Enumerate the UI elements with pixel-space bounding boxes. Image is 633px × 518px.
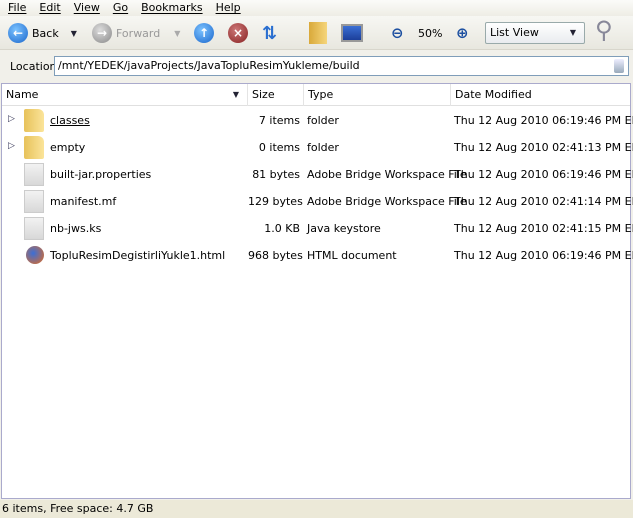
file-type: Java keystore [307,222,381,235]
clear-location-icon[interactable] [614,59,624,73]
home-folder-icon[interactable] [309,22,327,44]
zoom-level[interactable]: 50% [418,21,442,45]
toolbar: ← Back ▼ → Forward ▼ ↑ × ⇅ ⊖ 50% ⊕ List … [0,16,633,50]
file-type: folder [307,114,339,127]
document-icon [24,163,44,186]
file-size: 0 items [258,141,300,154]
file-date: Thu 12 Aug 2010 02:41:15 PM EEST [454,222,633,235]
file-size: 81 bytes [252,168,300,181]
menu-bar: File Edit View Go Bookmarks Help [0,0,633,16]
sort-descending-icon: ▼ [232,90,239,99]
menu-bookmarks[interactable]: Bookmarks [141,0,202,16]
stop-icon[interactable]: × [228,23,248,43]
location-bar: Location: /mnt/YEDEK/javaProjects/JavaTo… [0,51,633,81]
folder-icon [24,109,44,132]
file-type: Adobe Bridge Workspace File [307,168,467,181]
menu-help[interactable]: Help [216,0,241,16]
zoom-in-icon[interactable]: ⊕ [456,21,469,45]
file-name[interactable]: nb-jws.ks [50,222,101,235]
menu-go[interactable]: Go [113,0,128,16]
file-date: Thu 12 Aug 2010 06:19:46 PM EEST [454,114,633,127]
file-date: Thu 12 Aug 2010 06:19:46 PM EEST [454,168,633,181]
file-name[interactable]: built-jar.properties [50,168,151,181]
menu-view[interactable]: View [74,0,100,16]
reload-icon[interactable]: ⇅ [262,21,277,45]
file-name[interactable]: empty [50,141,85,154]
file-name[interactable]: manifest.mf [50,195,116,208]
file-size: 7 items [258,114,300,127]
file-row[interactable]: built-jar.properties 81 bytes Adobe Bridge… [2,161,633,188]
menu-file[interactable]: File [8,0,26,16]
column-type[interactable]: Type [304,84,451,106]
file-name[interactable]: classes [50,114,90,127]
column-name[interactable]: Name ▼ [2,84,248,106]
file-size: 968 bytes [248,249,303,262]
column-size[interactable]: Size [248,84,304,106]
file-type: HTML document [307,249,397,262]
expand-triangle-icon[interactable]: ▷ [8,114,15,124]
file-row[interactable]: ▷ classes 7 items folder Thu 12 Aug 2010 06:… [2,107,633,134]
view-mode-select[interactable]: List View ▼ [485,22,585,44]
file-list[interactable]: Name ▼ Size Type Date Modified ▷ classes 7 … [1,83,633,499]
file-size: 129 bytes [248,195,303,208]
up-icon[interactable]: ↑ [194,23,214,43]
forward-button[interactable]: → Forward ▼ [92,21,180,45]
file-type: folder [307,141,339,154]
zoom-out-icon[interactable]: ⊖ [391,21,404,45]
file-date: Thu 12 Aug 2010 06:19:46 PM EEST [454,249,633,262]
document-icon [24,217,44,240]
forward-arrow-icon: → [92,23,112,43]
document-icon [24,190,44,213]
file-row[interactable]: nb-jws.ks 1.0 KB Java keystore Thu 12 Aug 2… [2,215,633,242]
folder-icon [24,136,44,159]
file-size: 1.0 KB [264,222,300,235]
file-type: Adobe Bridge Workspace File [307,195,467,208]
column-date-modified[interactable]: Date Modified [451,84,631,106]
firefox-icon [26,246,44,264]
back-arrow-icon: ← [8,23,28,43]
file-name[interactable]: TopluResimDegistirliYukle1.html [50,249,225,262]
back-button[interactable]: ← Back ▼ [8,21,77,45]
location-input[interactable]: /mnt/YEDEK/javaProjects/JavaTopluResimYu… [54,56,629,76]
file-row[interactable]: TopluResimDegistirliYukle1.html 968 bytes… [2,242,633,269]
file-date: Thu 12 Aug 2010 02:41:13 PM EEST [454,141,633,154]
forward-history-dropdown-icon[interactable]: ▼ [174,29,180,38]
status-bar: 6 items, Free space: 4.7 GB [0,500,633,518]
chevron-down-icon: ▼ [569,28,576,37]
file-date: Thu 12 Aug 2010 02:41:14 PM EEST [454,195,633,208]
expand-triangle-icon[interactable]: ▷ [8,141,15,151]
column-header: Name ▼ Size Type Date Modified [2,84,630,106]
back-history-dropdown-icon[interactable]: ▼ [71,29,77,38]
menu-edit[interactable]: Edit [39,0,60,16]
location-label: Location: [10,60,61,73]
file-row[interactable]: manifest.mf 129 bytes Adobe Bridge Workspa… [2,188,633,215]
file-row[interactable]: ▷ empty 0 items folder Thu 12 Aug 2010 02:41… [2,134,633,161]
computer-icon[interactable] [341,24,363,42]
search-icon[interactable]: ⚲ [595,16,613,44]
